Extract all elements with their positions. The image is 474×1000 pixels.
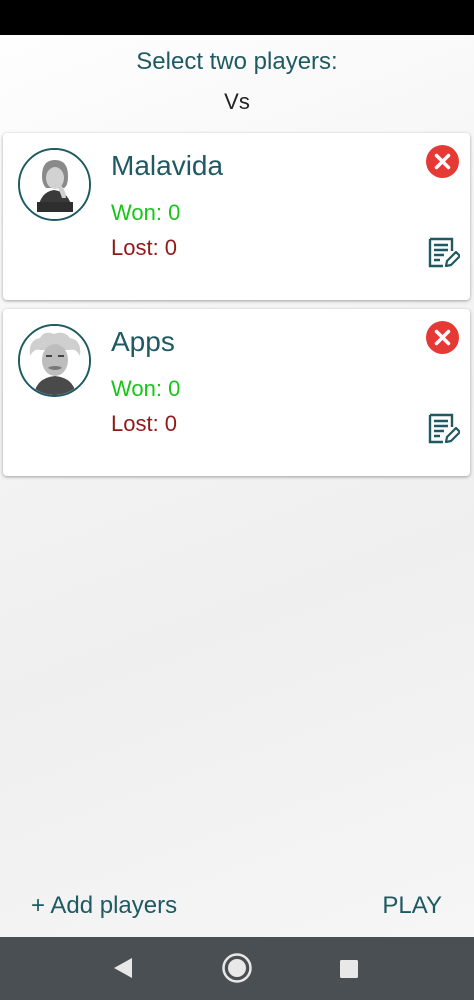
system-nav-bar bbox=[0, 937, 474, 1000]
lost-count: Lost: 0 bbox=[111, 235, 178, 260]
player-name: Apps bbox=[111, 326, 175, 357]
recents-icon bbox=[340, 960, 358, 978]
back-button[interactable] bbox=[112, 957, 134, 984]
recents-button[interactable] bbox=[339, 959, 359, 984]
bottom-actions: + Add players PLAY bbox=[0, 880, 474, 932]
delete-player-button[interactable] bbox=[426, 145, 459, 178]
add-players-button[interactable]: + Add players bbox=[31, 892, 177, 920]
einstein-portrait-icon bbox=[20, 326, 89, 395]
lost-count: Lost: 0 bbox=[111, 411, 178, 436]
player-name: Malavida bbox=[111, 150, 224, 181]
home-icon bbox=[222, 953, 252, 983]
home-button[interactable] bbox=[221, 952, 253, 989]
status-bar bbox=[0, 0, 474, 35]
woman-portrait-icon bbox=[20, 150, 89, 219]
play-button[interactable]: PLAY bbox=[382, 892, 442, 920]
player-card[interactable]: Malavida Won: 0 Lost: 0 bbox=[3, 133, 470, 300]
won-count: Won: 0 bbox=[111, 200, 181, 225]
player-card[interactable]: Apps Won: 0 Lost: 0 bbox=[3, 309, 470, 476]
back-icon bbox=[114, 958, 132, 978]
edit-note-icon bbox=[428, 237, 462, 268]
edit-note-icon bbox=[428, 413, 462, 444]
page-title: Select two players: bbox=[136, 48, 338, 75]
edit-player-button[interactable] bbox=[426, 236, 462, 270]
avatar bbox=[18, 148, 91, 221]
delete-player-button[interactable] bbox=[426, 321, 459, 354]
won-count: Won: 0 bbox=[111, 376, 181, 401]
header: Select two players: Vs bbox=[0, 35, 474, 130]
close-icon bbox=[434, 329, 451, 346]
close-icon bbox=[434, 153, 451, 170]
vs-label: Vs bbox=[224, 89, 250, 114]
avatar bbox=[18, 324, 91, 397]
edit-player-button[interactable] bbox=[426, 412, 462, 446]
